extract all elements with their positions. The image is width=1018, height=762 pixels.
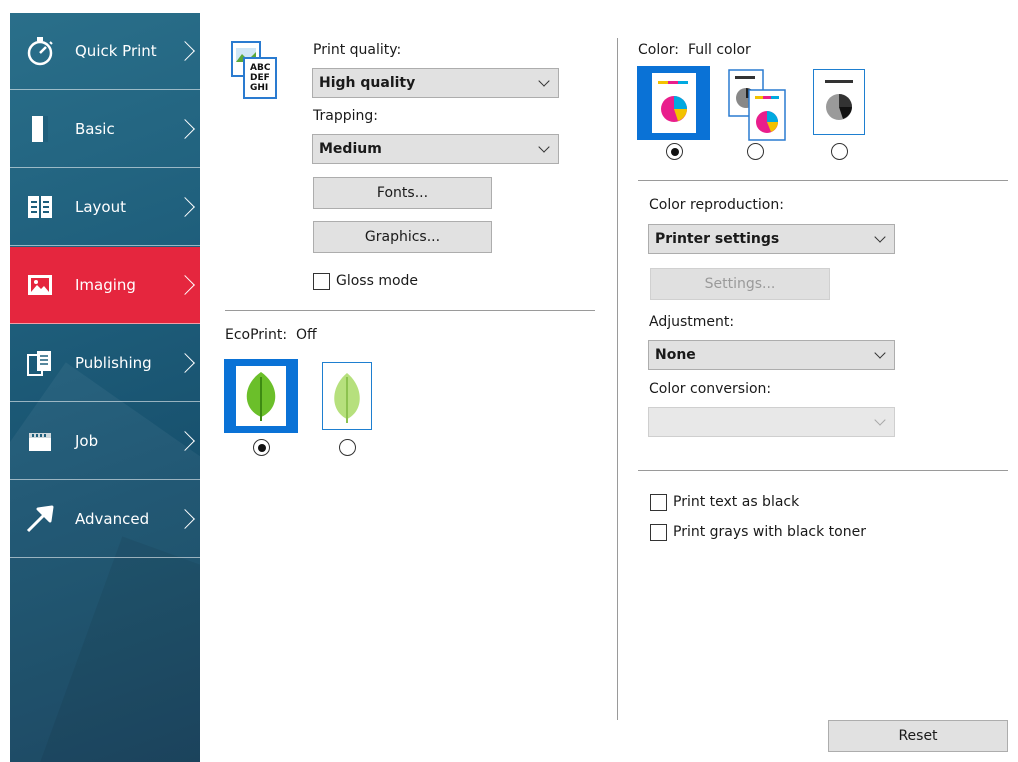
auto-color-icon xyxy=(727,68,787,146)
chevron-right-icon xyxy=(175,197,195,217)
chevron-right-icon xyxy=(175,353,195,373)
black-white-icon xyxy=(817,73,861,135)
sidebar-item-label: Basic xyxy=(75,120,115,138)
reset-button[interactable]: Reset xyxy=(828,720,1008,752)
black-white-radio[interactable] xyxy=(831,143,848,160)
sidebar-item-label: Imaging xyxy=(75,276,136,294)
publishing-icon xyxy=(24,347,56,379)
sidebar: Quick Print Basic Layout Imaging Publish… xyxy=(10,13,200,762)
ecoprint-off-option[interactable] xyxy=(224,359,298,433)
chevron-down-icon xyxy=(874,347,886,359)
print-grays-checkbox[interactable] xyxy=(650,524,667,541)
chevron-right-icon xyxy=(175,41,195,61)
chevron-right-icon xyxy=(175,275,195,295)
chevron-down-icon xyxy=(538,141,550,153)
full-color-radio[interactable] xyxy=(666,143,683,160)
gloss-mode-label: Gloss mode xyxy=(336,273,419,289)
image-icon xyxy=(24,269,56,301)
sidebar-item-advanced[interactable]: Advanced xyxy=(10,481,200,558)
color-reproduction-label: Color reproduction: xyxy=(649,197,784,213)
chevron-down-icon xyxy=(874,231,886,243)
print-text-black-checkbox[interactable] xyxy=(650,494,667,511)
divider xyxy=(638,470,1008,471)
select-value: Printer settings xyxy=(655,231,780,247)
auto-color-radio[interactable] xyxy=(747,143,764,160)
black-white-option[interactable] xyxy=(813,69,865,135)
ecoprint-on-radio[interactable] xyxy=(339,439,356,456)
auto-color-option[interactable] xyxy=(727,68,787,142)
sidebar-item-label: Job xyxy=(75,432,99,450)
adjustment-select[interactable]: None xyxy=(648,340,895,370)
select-value: High quality xyxy=(319,75,416,91)
trapping-label: Trapping: xyxy=(313,108,378,124)
sidebar-item-label: Publishing xyxy=(75,354,152,372)
adjustment-label: Adjustment: xyxy=(649,314,735,330)
print-quality-label: Print quality: xyxy=(313,42,402,58)
chevron-right-icon xyxy=(175,119,195,139)
print-quality-icon: ABC DEF GHI xyxy=(230,40,290,102)
graphics-button[interactable]: Graphics... xyxy=(313,221,492,253)
sidebar-item-imaging[interactable]: Imaging xyxy=(10,247,200,324)
print-quality-select[interactable]: High quality xyxy=(312,68,559,98)
sidebar-item-label: Quick Print xyxy=(75,42,157,60)
select-value: None xyxy=(655,347,696,363)
select-value: Medium xyxy=(319,141,382,157)
ecoprint-off-radio[interactable] xyxy=(253,439,270,456)
leaf-light-icon xyxy=(324,365,370,431)
sidebar-item-quick-print[interactable]: Quick Print xyxy=(10,13,200,90)
icon-text-line: DEF xyxy=(250,73,270,83)
arrow-icon xyxy=(24,503,56,535)
sidebar-item-publishing[interactable]: Publishing xyxy=(10,325,200,402)
full-color-icon xyxy=(652,73,696,137)
chevron-right-icon xyxy=(175,509,195,529)
sidebar-item-label: Advanced xyxy=(75,510,150,528)
color-label: Color: Full color xyxy=(638,42,751,58)
color-conversion-label: Color conversion: xyxy=(649,381,772,397)
divider xyxy=(225,310,595,311)
leaf-icon xyxy=(234,365,288,431)
settings-button[interactable]: Settings... xyxy=(650,268,830,300)
column-divider xyxy=(617,38,618,720)
sidebar-item-job[interactable]: Job xyxy=(10,403,200,480)
page-icon xyxy=(24,113,56,145)
sidebar-item-layout[interactable]: Layout xyxy=(10,169,200,246)
layout-icon xyxy=(24,191,56,223)
trapping-select[interactable]: Medium xyxy=(312,134,559,164)
print-text-black-label: Print text as black xyxy=(673,494,800,510)
icon-text-line: GHI xyxy=(250,83,268,93)
fonts-button[interactable]: Fonts... xyxy=(313,177,492,209)
ecoprint-on-option[interactable] xyxy=(322,362,372,430)
gloss-mode-checkbox[interactable] xyxy=(313,273,330,290)
sidebar-item-basic[interactable]: Basic xyxy=(10,91,200,168)
color-value: Full color xyxy=(687,42,751,58)
chevron-right-icon xyxy=(175,431,195,451)
icon-text-line: ABC xyxy=(250,63,271,73)
chevron-down-icon xyxy=(874,414,886,426)
sidebar-item-label: Layout xyxy=(75,198,126,216)
ecoprint-value: Off xyxy=(295,327,317,343)
divider xyxy=(638,180,1008,181)
stopwatch-icon xyxy=(24,35,56,67)
color-reproduction-select[interactable]: Printer settings xyxy=(648,224,895,254)
print-grays-label: Print grays with black toner xyxy=(673,524,866,540)
color-conversion-select[interactable] xyxy=(648,407,895,437)
chevron-down-icon xyxy=(538,75,550,87)
job-icon xyxy=(24,425,56,457)
ecoprint-label: EcoPrint: Off xyxy=(225,327,317,343)
full-color-option[interactable] xyxy=(637,66,710,140)
